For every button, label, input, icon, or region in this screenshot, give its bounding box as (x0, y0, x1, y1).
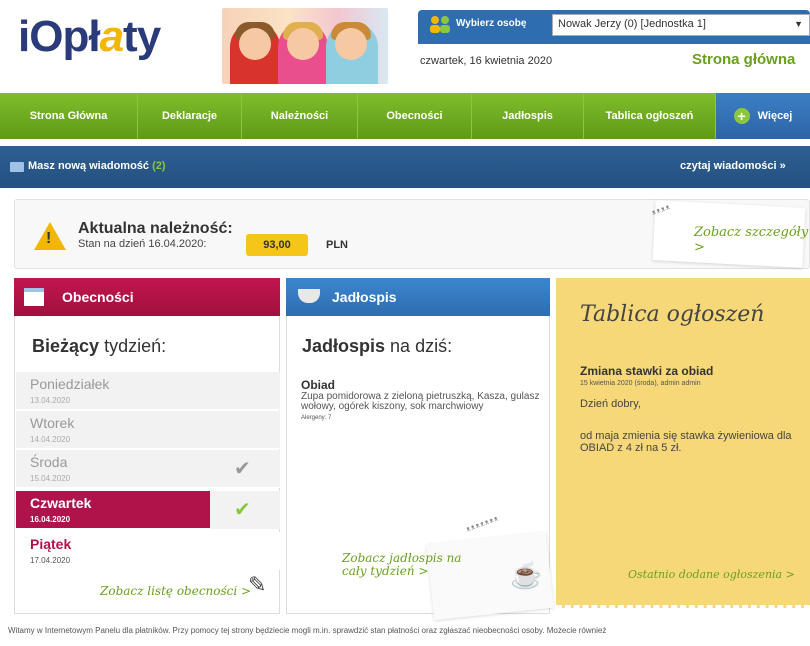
menu-header (286, 278, 550, 316)
logo-text: iOpł (18, 12, 101, 61)
attendance-list-link[interactable]: Zobacz listę obecności > (100, 584, 251, 598)
child-figure (326, 22, 378, 84)
notice-meta: 15 kwietnia 2020 (środa), admin admin (580, 380, 701, 387)
attendance-day-row[interactable]: Wtorek 14.04.2020 (16, 411, 280, 449)
attendance-day-row-today[interactable]: Czwartek 16.04.2020 ✔ (16, 491, 280, 529)
day-date: 17.04.2020 (30, 556, 71, 565)
child-figure (278, 22, 328, 84)
day-date: 16.04.2020 (30, 515, 71, 524)
nav-item-attendance[interactable]: Obecności (358, 93, 472, 139)
nav-item-declarations[interactable]: Deklaracje (138, 93, 242, 139)
meal-allergens: Alergeny: 7 (301, 415, 332, 421)
envelope-icon (10, 162, 24, 172)
calendar-icon (24, 288, 44, 306)
notice-title[interactable]: Zmiana stawki za obiad (580, 364, 713, 378)
nav-item-menu[interactable]: Jadłospis (472, 93, 584, 139)
nav-item-notice-board[interactable]: Tablica ogłoszeń (584, 93, 716, 139)
checkmark-icon[interactable]: ✔ (234, 456, 251, 481)
people-icon (430, 16, 450, 33)
checkmark-icon[interactable]: ✔ (234, 497, 251, 522)
menu-today-heading: Jadłospis na dziś: (302, 336, 452, 357)
day-name: Piątek (30, 536, 72, 552)
new-message-text: Masz nową wiadomość (28, 160, 150, 172)
current-date: czwartek, 16 kwietnia 2020 (420, 55, 553, 67)
menu-today-rest: na dziś: (390, 336, 453, 356)
person-select-value: Nowak Jerzy (0) [Jednostka 1] (558, 18, 706, 30)
attendance-title: Obecności (62, 289, 134, 305)
attendance-day-row[interactable]: Poniedziałek 13.04.2020 (16, 372, 280, 410)
exclamation-icon: ! (46, 230, 52, 247)
meal-description: Zupa pomidorowa z zieloną pietruszką, Ka… (301, 391, 540, 412)
logo-text-end: ty (123, 12, 161, 61)
latest-notices-link[interactable]: Ostatnio dodane ogłoszenia > (628, 568, 795, 581)
page-title: Strona główna (692, 51, 796, 68)
dues-currency: PLN (326, 239, 348, 251)
person-select[interactable]: Nowak Jerzy (0) [Jednostka 1] ▼ (552, 14, 810, 36)
notice-greeting: Dzień dobry, (580, 398, 641, 410)
dues-amount: 93,00 (246, 234, 308, 256)
day-date: 13.04.2020 (30, 396, 71, 405)
chevron-down-icon: ▼ (794, 19, 803, 29)
new-message-notice[interactable]: Masz nową wiadomość (2) (28, 160, 166, 172)
weekly-menu-link[interactable]: Zobacz jadłospis na cały tydzień > (342, 552, 482, 578)
current-week-bold: Bieżący (32, 336, 100, 356)
day-name: Czwartek (30, 495, 92, 511)
dues-date: Stan na dzień 16.04.2020: (78, 238, 207, 250)
nav-item-dues[interactable]: Należności (242, 93, 358, 139)
notice-board-title: Tablica ogłoszeń (580, 302, 765, 327)
nav-more-button[interactable]: + Więcej (716, 93, 810, 139)
dues-details-link[interactable]: Zobacz szczegóły > (694, 225, 810, 255)
cup-icon: ☕ (510, 560, 543, 590)
footer-welcome-text: Witamy w Internetowym Panelu dla płatnik… (8, 626, 607, 635)
nav-item-home[interactable]: Strona Główna (0, 93, 138, 139)
message-count: (2) (152, 160, 166, 172)
current-week-rest: tydzień: (104, 336, 167, 356)
day-name: Środa (30, 454, 68, 470)
meal-name: Obiad (301, 378, 336, 392)
dues-title: Aktualna należność: (78, 220, 233, 237)
attendance-header (14, 278, 280, 316)
day-name: Poniedziałek (30, 376, 110, 392)
header-children-photo (222, 8, 388, 84)
weekly-menu-link-line2: cały tydzień > (342, 564, 429, 578)
attendance-day-row[interactable]: Środa 15.04.2020 ✔ (16, 450, 280, 488)
current-week-heading: Bieżący tydzień: (32, 336, 166, 357)
day-date: 15.04.2020 (30, 474, 71, 483)
notice-body: od maja zmienia się stawka żywieniowa dl… (580, 430, 792, 454)
app-logo[interactable]: iOpłaty (18, 12, 161, 62)
nav-more-label: Więcej (757, 110, 793, 122)
day-name: Wtorek (30, 415, 75, 431)
attendance-day-row[interactable]: Piątek 17.04.2020 (16, 532, 280, 570)
main-nav: Strona Główna Deklaracje Należności Obec… (0, 93, 810, 139)
person-selector-label: Wybierz osobę (456, 18, 527, 29)
plus-icon: + (733, 108, 750, 124)
day-date: 14.04.2020 (30, 435, 71, 444)
menu-today-bold: Jadłospis (302, 336, 386, 356)
pen-icon: ✎ (248, 572, 267, 597)
child-figure (230, 22, 280, 84)
logo-accent: a (99, 12, 125, 61)
menu-title: Jadłospis (332, 289, 397, 305)
read-messages-link[interactable]: czytaj wiadomości » (680, 160, 786, 172)
